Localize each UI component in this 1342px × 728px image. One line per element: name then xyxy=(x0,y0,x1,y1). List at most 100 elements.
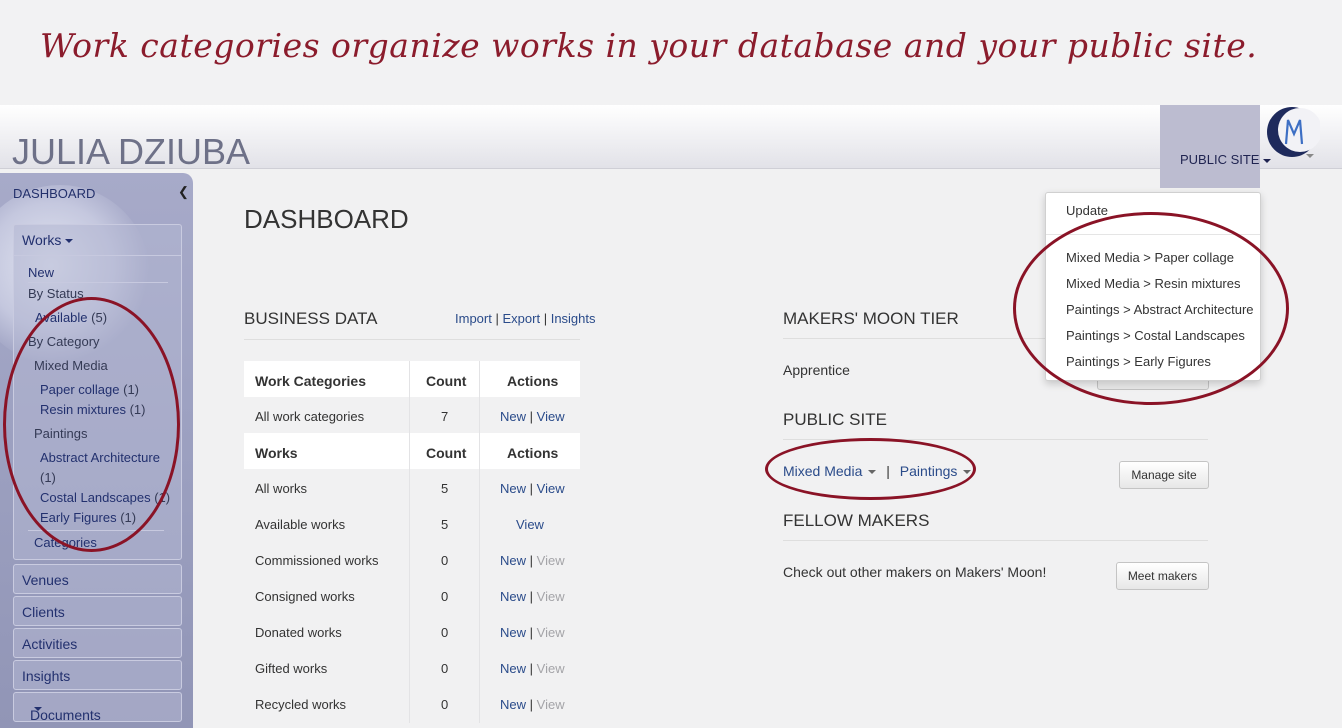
row-label: Consigned works xyxy=(255,589,355,604)
insights-link[interactable]: Insights xyxy=(551,311,596,326)
available-count: (5) xyxy=(91,310,108,325)
column-header: Works xyxy=(255,445,298,461)
column-header: Count xyxy=(426,373,467,389)
venues-label: Venues xyxy=(22,572,69,588)
paper-collage-label: Paper collage xyxy=(40,382,120,397)
new-link[interactable]: New xyxy=(500,481,526,496)
dropdown-item[interactable]: Paintings > Abstract Architecture xyxy=(1066,302,1254,317)
column-divider xyxy=(409,361,410,433)
view-link[interactable]: View xyxy=(537,409,565,424)
paintings-label: Paintings xyxy=(899,463,958,479)
costal-landscapes-count: (1) xyxy=(154,490,171,505)
sidebar-item-works[interactable]: Works xyxy=(22,232,74,248)
works-label: Works xyxy=(22,232,62,248)
page-title: DASHBOARD xyxy=(244,204,409,234)
row-actions: New | View xyxy=(500,553,565,568)
new-link[interactable]: New xyxy=(500,697,526,712)
column-header: Work Categories xyxy=(255,373,366,389)
view-link[interactable]: View xyxy=(516,517,544,532)
top-bar: JULIA DZIUBA xyxy=(0,105,1342,172)
row-actions: New | View xyxy=(500,481,565,496)
chevron-down-icon xyxy=(963,470,972,475)
import-link[interactable]: Import xyxy=(455,311,492,326)
costal-landscapes-label: Costal Landscapes xyxy=(40,490,151,505)
separator: | xyxy=(529,553,534,568)
dropdown-item[interactable]: Paintings > Costal Landscapes xyxy=(1066,328,1245,343)
fellow-makers-text: Check out other makers on Makers' Moon! xyxy=(783,564,1047,580)
new-link[interactable]: New xyxy=(500,589,526,604)
chevron-down-icon xyxy=(868,470,877,475)
separator: | xyxy=(886,463,890,479)
public-site-tab[interactable] xyxy=(1160,105,1260,188)
row-actions: New | View xyxy=(500,625,565,640)
sidebar-item-categories[interactable]: Categories xyxy=(34,535,97,550)
paper-collage-count: (1) xyxy=(123,382,140,397)
mixed-media-label: Mixed Media xyxy=(783,463,863,479)
sidebar-item-available[interactable]: Available (5) xyxy=(35,310,107,325)
column-divider xyxy=(409,433,410,723)
manage-site-button[interactable]: Manage site xyxy=(1119,461,1209,489)
business-data-title: BUSINESS DATA xyxy=(244,309,378,328)
by-category-label: By Category xyxy=(28,334,100,349)
view-link[interactable]: View xyxy=(537,481,565,496)
mixed-media-menu[interactable]: Mixed Media xyxy=(783,463,877,479)
sidebar-item-paper-collage[interactable]: Paper collage (1) xyxy=(40,382,139,397)
row-label: Recycled works xyxy=(255,697,347,712)
divider xyxy=(244,339,580,340)
brand-name[interactable]: JULIA DZIUBA xyxy=(12,131,250,173)
meet-makers-button[interactable]: Meet makers xyxy=(1116,562,1209,590)
row-count: 0 xyxy=(441,661,449,676)
separator: | xyxy=(529,589,534,604)
dropdown-item[interactable]: Paintings > Early Figures xyxy=(1066,354,1211,369)
row-count: 5 xyxy=(441,517,449,532)
separator: | xyxy=(543,311,548,326)
separator: | xyxy=(529,625,534,640)
category-mixed-media: Mixed Media xyxy=(34,358,108,373)
view-link: View xyxy=(536,589,565,604)
export-link[interactable]: Export xyxy=(502,311,540,326)
resin-mixtures-label: Resin mixtures xyxy=(40,402,126,417)
divider xyxy=(783,439,1208,440)
makers-moon-logo[interactable] xyxy=(1264,104,1322,162)
separator: | xyxy=(529,409,534,424)
paintings-menu[interactable]: Paintings xyxy=(900,463,972,479)
new-link[interactable]: New xyxy=(500,661,526,676)
activities-label: Activities xyxy=(22,636,78,652)
column-header: Actions xyxy=(507,373,559,389)
dropdown-item[interactable]: Mixed Media > Resin mixtures xyxy=(1066,276,1240,291)
divider xyxy=(28,530,164,531)
sidebar-item-insights[interactable]: Insights xyxy=(13,660,182,690)
collapse-chevron-icon[interactable]: ❮ xyxy=(178,184,189,200)
row-count: 0 xyxy=(441,697,449,712)
new-link[interactable]: New xyxy=(500,553,526,568)
dropdown-item-update[interactable]: Update xyxy=(1066,203,1108,218)
row-label: Gifted works xyxy=(255,661,328,676)
row-label: All work categories xyxy=(255,409,365,424)
public-site-label[interactable]: PUBLIC SITE xyxy=(1180,152,1272,167)
sidebar-item-abstract-architecture[interactable]: Abstract Architecture xyxy=(40,450,160,465)
sidebar-item-resin-mixtures[interactable]: Resin mixtures (1) xyxy=(40,402,145,417)
column-divider xyxy=(479,433,480,723)
row-label: Commissioned works xyxy=(255,553,379,568)
sidebar-item-documents[interactable]: Documents xyxy=(13,692,182,723)
row-count: 7 xyxy=(441,409,449,424)
new-link[interactable]: New xyxy=(500,625,526,640)
row-label: All works xyxy=(255,481,308,496)
sidebar-dashboard-link[interactable]: DASHBOARD xyxy=(13,186,95,201)
sidebar-item-clients[interactable]: Clients xyxy=(13,596,182,626)
new-link[interactable]: New xyxy=(500,409,526,424)
sidebar-item-venues[interactable]: Venues xyxy=(13,564,182,594)
dropdown-divider xyxy=(1046,234,1260,235)
separator: | xyxy=(529,481,534,496)
dropdown-item[interactable]: Mixed Media > Paper collage xyxy=(1066,250,1234,265)
separator: | xyxy=(529,661,534,676)
public-site-text: PUBLIC SITE xyxy=(1180,152,1260,167)
sidebar-item-early-figures[interactable]: Early Figures (1) xyxy=(40,510,136,525)
column-divider xyxy=(479,361,480,433)
row-actions: New | View xyxy=(500,697,565,712)
row-count: 0 xyxy=(441,589,449,604)
sidebar-item-activities[interactable]: Activities xyxy=(13,628,182,658)
sidebar-item-new[interactable]: New xyxy=(28,265,54,280)
tier-title: MAKERS' MOON TIER xyxy=(783,309,959,328)
sidebar-item-costal-landscapes[interactable]: Costal Landscapes (1) xyxy=(40,490,170,505)
